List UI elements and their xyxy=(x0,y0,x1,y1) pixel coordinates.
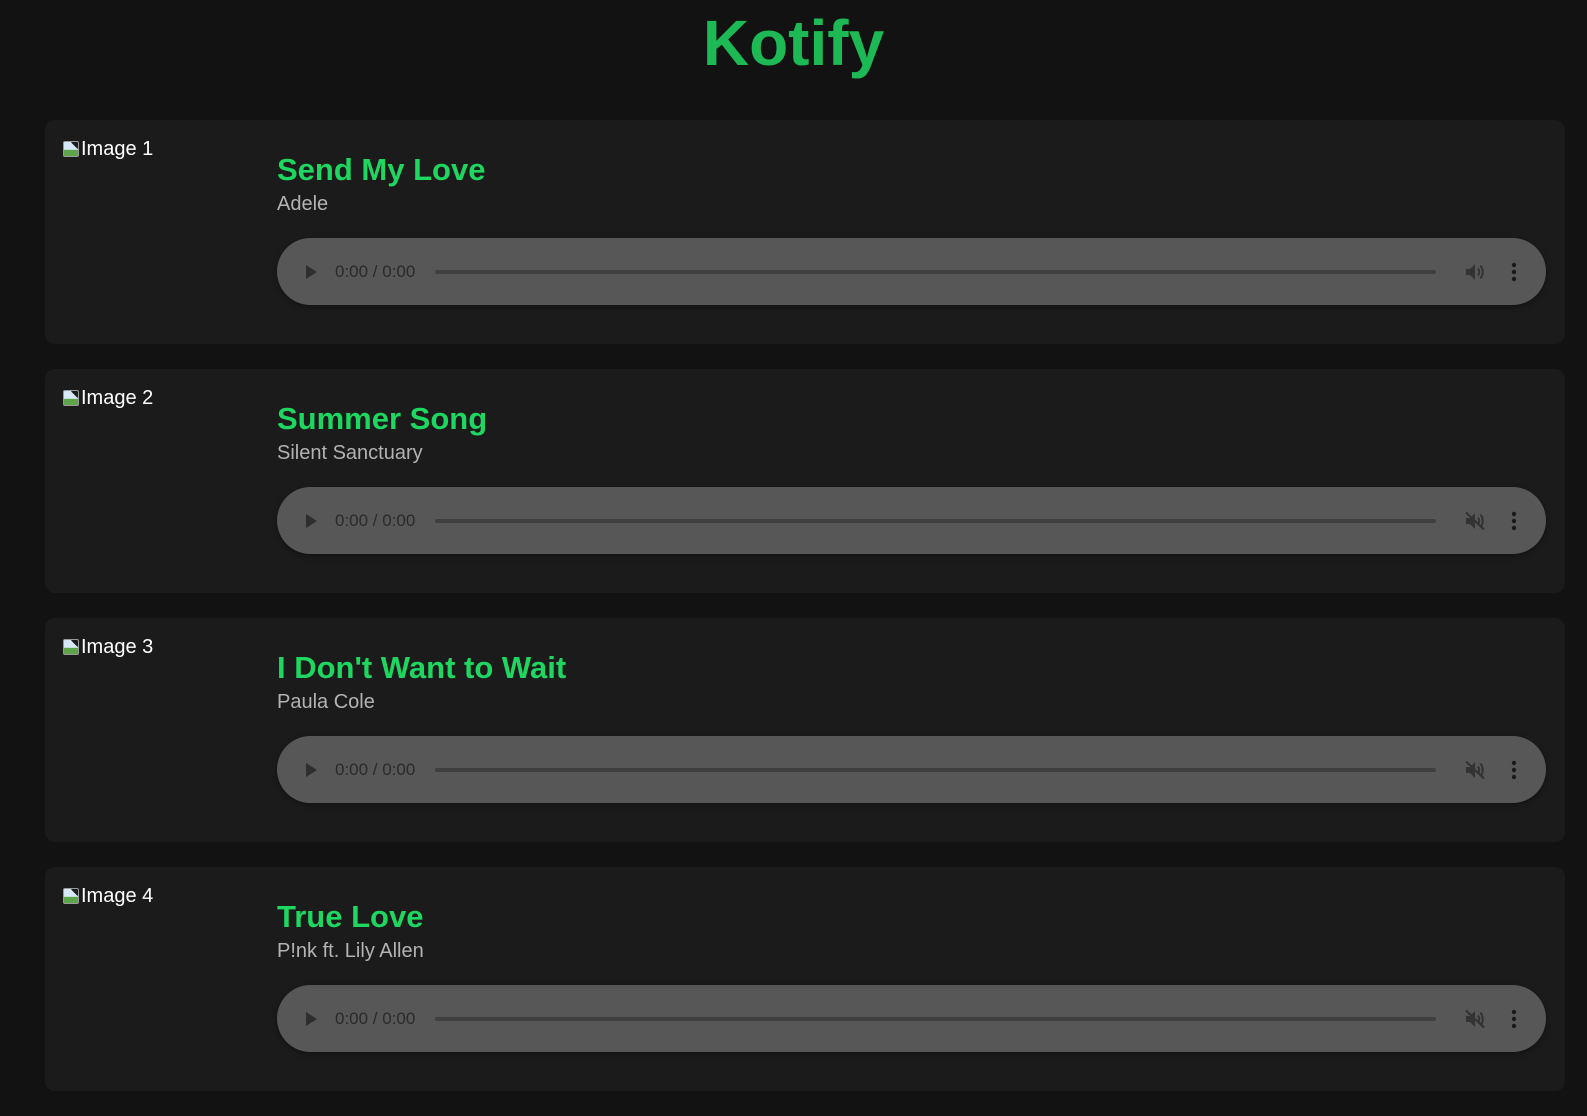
more-options-icon xyxy=(1511,1009,1517,1028)
volume-button[interactable] xyxy=(1462,260,1488,284)
album-cover-alt: Image 2 xyxy=(81,387,154,409)
app-title: Kotify xyxy=(702,7,885,79)
play-button[interactable] xyxy=(301,1009,321,1029)
audio-player: 0:00 / 0:00 xyxy=(277,487,1546,554)
track-info: Summer Song Silent Sanctuary 0:00 / 0:00 xyxy=(277,399,1546,554)
album-cover: Image 2 xyxy=(63,387,263,587)
track-title: True Love xyxy=(277,899,424,934)
volume-button[interactable] xyxy=(1462,1007,1488,1031)
more-options-button[interactable] xyxy=(1504,758,1524,782)
album-cover: Image 4 xyxy=(63,885,263,1085)
volume-icon xyxy=(1466,263,1484,280)
play-button[interactable] xyxy=(301,262,321,282)
seek-bar[interactable] xyxy=(435,518,1436,523)
volume-muted-icon xyxy=(1465,511,1485,530)
track-artist: Adele xyxy=(277,193,329,215)
album-cover-alt: Image 4 xyxy=(81,885,154,907)
track-info: I Don't Want to Wait Paula Cole 0:00 / 0… xyxy=(277,648,1546,803)
track-card: Image 2 Summer Song Silent Sanctuary 0:0… xyxy=(45,369,1565,593)
seek-bar[interactable] xyxy=(435,1016,1436,1021)
playback-time: 0:00 / 0:00 xyxy=(335,510,416,530)
play-icon xyxy=(306,264,317,279)
track-list: Image 1 Send My Love Adele 0:00 / 0:00 I… xyxy=(45,120,1565,1116)
album-cover-alt: Image 1 xyxy=(81,138,154,160)
volume-muted-icon xyxy=(1465,1009,1485,1028)
play-icon xyxy=(306,513,317,528)
track-title: I Don't Want to Wait xyxy=(277,650,567,685)
more-options-button[interactable] xyxy=(1504,260,1524,284)
track-artist: P!nk ft. Lily Allen xyxy=(277,940,424,962)
more-options-icon xyxy=(1511,262,1517,281)
more-options-icon xyxy=(1511,511,1517,530)
track-title: Send My Love xyxy=(277,152,486,187)
more-options-button[interactable] xyxy=(1504,509,1524,533)
playback-time: 0:00 / 0:00 xyxy=(335,261,416,281)
track-info: True Love P!nk ft. Lily Allen 0:00 / 0:0… xyxy=(277,897,1546,1052)
play-button[interactable] xyxy=(301,511,321,531)
track-card: Image 1 Send My Love Adele 0:00 / 0:00 xyxy=(45,120,1565,344)
broken-image-icon xyxy=(63,141,79,157)
track-artist: Silent Sanctuary xyxy=(277,442,423,464)
volume-button[interactable] xyxy=(1462,509,1488,533)
seek-bar[interactable] xyxy=(435,269,1436,274)
broken-image-icon xyxy=(63,639,79,655)
album-cover: Image 3 xyxy=(63,636,263,836)
broken-image-icon xyxy=(63,390,79,406)
more-options-icon xyxy=(1511,760,1517,779)
audio-player: 0:00 / 0:00 xyxy=(277,985,1546,1052)
audio-player: 0:00 / 0:00 xyxy=(277,736,1546,803)
broken-image-icon xyxy=(63,888,79,904)
track-card: Image 3 I Don't Want to Wait Paula Cole … xyxy=(45,618,1565,842)
volume-button[interactable] xyxy=(1462,758,1488,782)
album-cover: Image 1 xyxy=(63,138,263,338)
album-cover-alt: Image 3 xyxy=(81,636,154,658)
track-title: Summer Song xyxy=(277,401,488,436)
play-button[interactable] xyxy=(301,760,321,780)
more-options-button[interactable] xyxy=(1504,1007,1524,1031)
play-icon xyxy=(306,762,317,777)
seek-bar[interactable] xyxy=(435,767,1436,772)
playback-time: 0:00 / 0:00 xyxy=(335,1008,416,1028)
playback-time: 0:00 / 0:00 xyxy=(335,759,416,779)
track-info: Send My Love Adele 0:00 / 0:00 xyxy=(277,150,1546,305)
play-icon xyxy=(306,1011,317,1026)
audio-player: 0:00 / 0:00 xyxy=(277,238,1546,305)
track-card: Image 4 True Love P!nk ft. Lily Allen 0:… xyxy=(45,867,1565,1091)
volume-muted-icon xyxy=(1465,760,1485,779)
track-artist: Paula Cole xyxy=(277,691,375,713)
